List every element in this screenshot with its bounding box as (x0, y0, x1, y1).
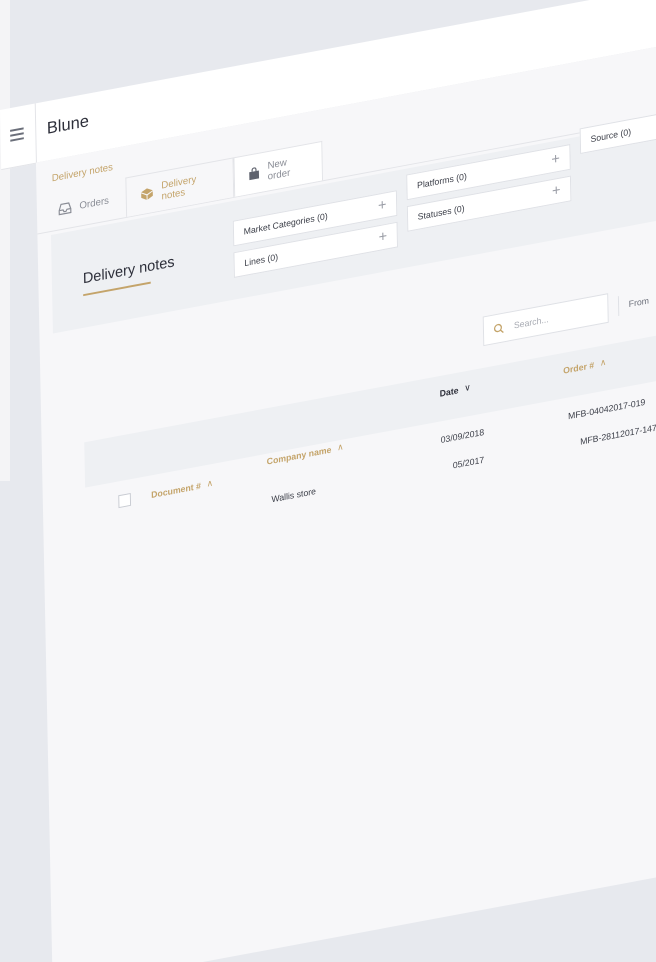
app-title: Blune (46, 111, 90, 138)
divider (617, 296, 620, 317)
chevron-down-icon: ∨ (464, 382, 471, 394)
tab-new-order-label: New order (267, 156, 291, 183)
search-icon (493, 322, 505, 335)
table-cell-date: 03/09/2018 (440, 427, 485, 446)
chevron-up-icon: ∧ (337, 441, 344, 453)
tab-delivery-notes-label: Delivery notes (161, 173, 197, 202)
plus-icon[interactable]: + (378, 228, 387, 246)
box-icon (140, 186, 154, 201)
date-from-filter: From (617, 255, 656, 321)
filter-market-categories-label: Market Categories (0) (243, 211, 328, 237)
table-cell-date: 05/2017 (452, 454, 485, 471)
filter-source-label: Source (0) (590, 126, 632, 145)
table-cell-order[interactable]: MFB-04042017-019 (568, 397, 645, 421)
chevron-up-icon: ∧ (206, 477, 214, 489)
page-title: Delivery notes (82, 253, 175, 288)
select-all-checkbox[interactable] (118, 492, 132, 509)
table-cell-order[interactable]: MFB-28112017-147 (580, 423, 656, 447)
from-label: From (628, 295, 650, 310)
bag-icon (248, 166, 260, 181)
column-document-label: Document # (151, 480, 201, 500)
plus-icon[interactable]: + (552, 181, 561, 199)
search-placeholder: Search... (513, 314, 549, 331)
plus-icon[interactable]: + (551, 150, 560, 168)
app-shell: Blune Delivery notes Orders Delivery not… (0, 0, 656, 962)
chevron-up-icon: ∧ (599, 356, 607, 368)
filter-statuses-label: Statuses (0) (417, 203, 465, 222)
filter-lines-label: Lines (0) (244, 251, 279, 269)
header-divider (34, 103, 37, 163)
tab-orders-label: Orders (79, 195, 110, 212)
table-cell-company: Wallis store (271, 486, 317, 505)
filter-platforms-label: Platforms (0) (416, 171, 467, 191)
search-input[interactable]: Search... (482, 293, 609, 347)
inbox-icon (58, 201, 72, 216)
main-content: Delivery notes Orders Delivery notes New… (35, 0, 656, 962)
plus-icon[interactable]: + (378, 196, 387, 214)
menu-icon[interactable] (10, 127, 24, 142)
